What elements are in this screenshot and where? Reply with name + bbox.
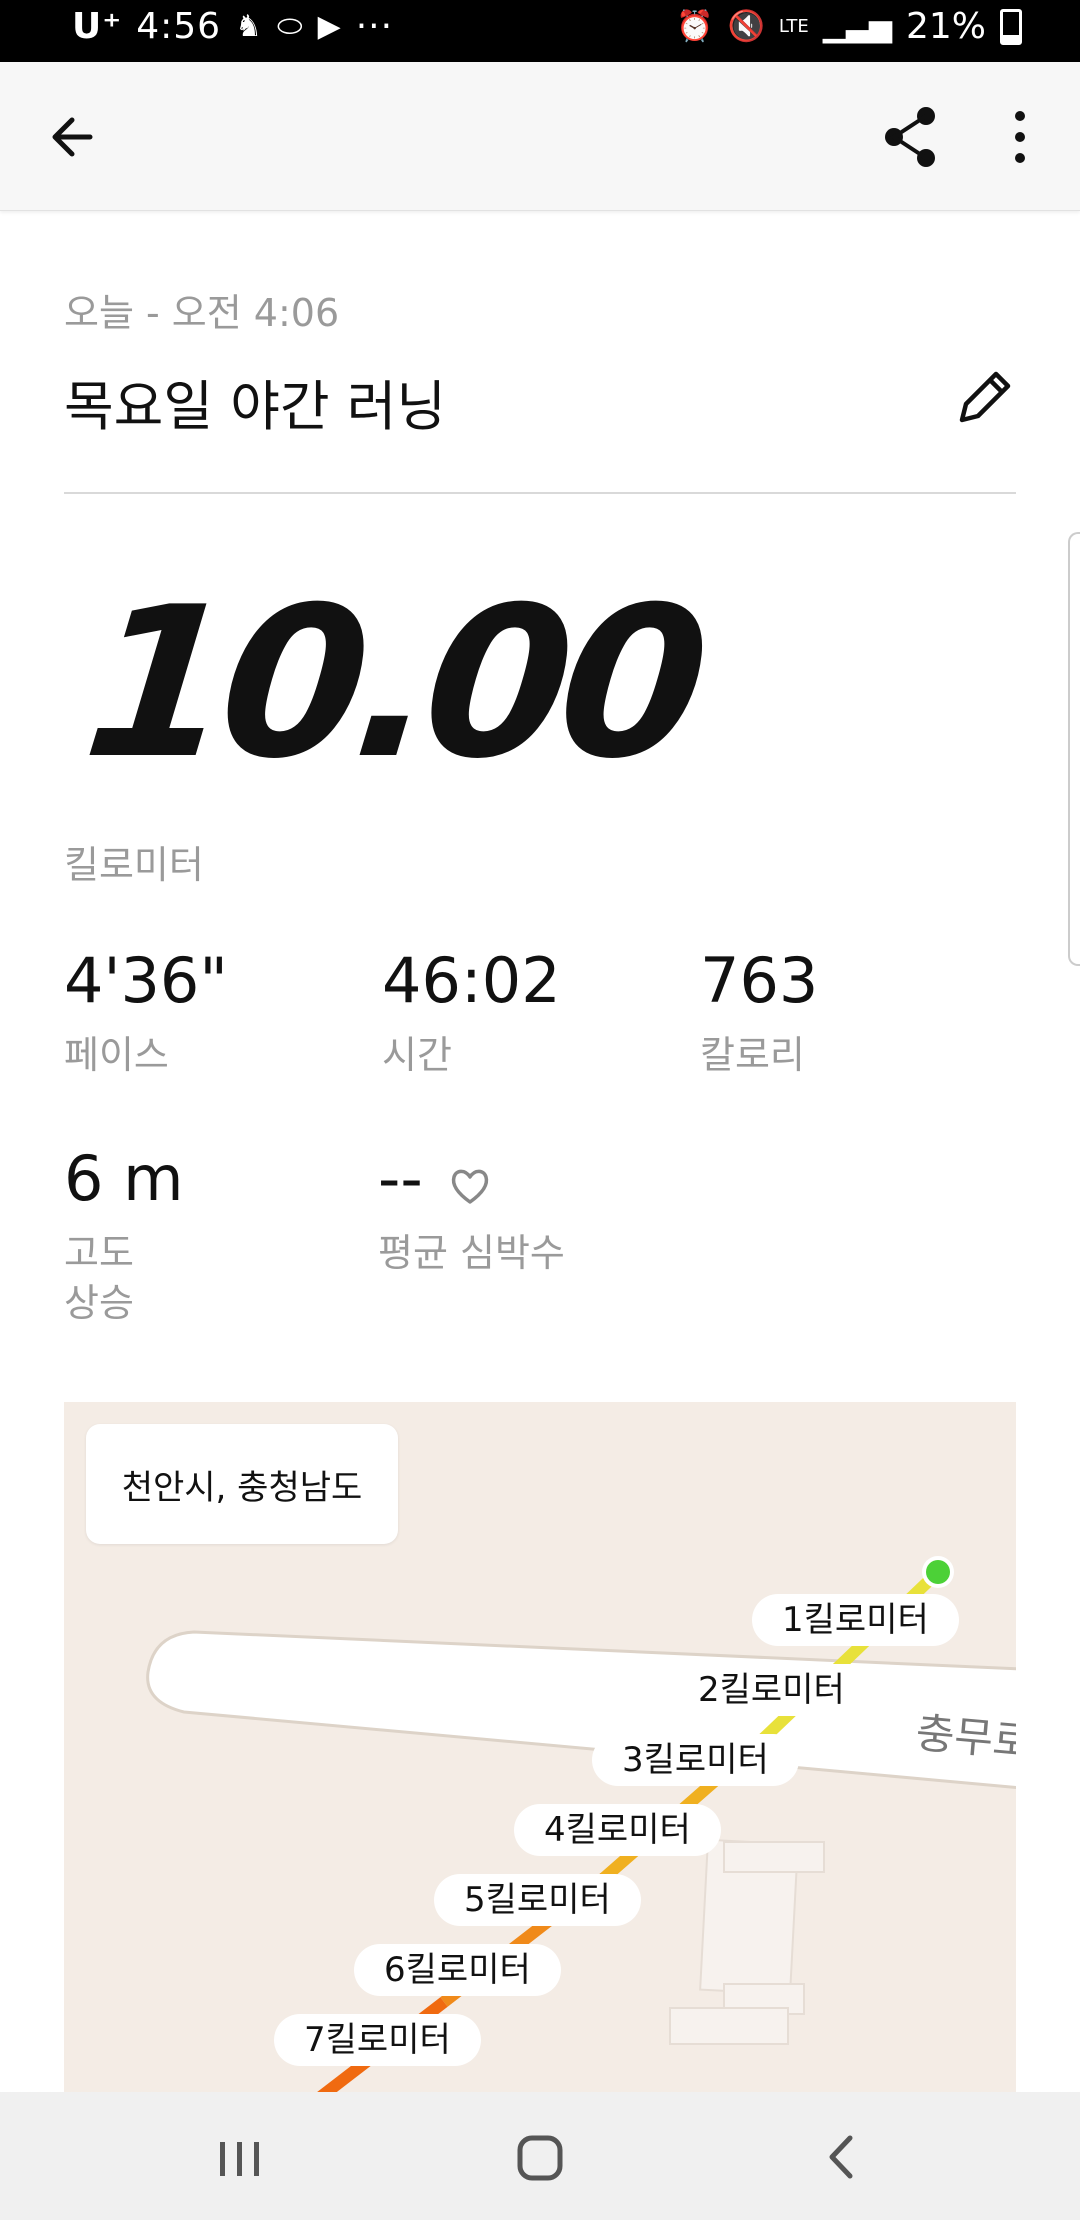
pill-icon: ⬭ — [276, 9, 304, 44]
heartrate-value: -- — [378, 1142, 423, 1215]
km-marker-3: 3킬로미터 — [592, 1734, 799, 1786]
system-back-button[interactable] — [810, 2122, 870, 2192]
location-text: 천안시, 충청남도 — [121, 1467, 363, 1508]
edit-title-button[interactable] — [950, 362, 1020, 432]
location-label: 천안시, 충청남도 — [86, 1424, 398, 1544]
time-value: 46:02 — [382, 944, 561, 1017]
km-marker-6: 6킬로미터 — [354, 1944, 561, 1996]
status-time: 4:56 — [136, 6, 222, 47]
back-button[interactable] — [40, 102, 110, 172]
time-label: 시간 — [382, 1033, 452, 1077]
signal-icon: ▁▃▅ — [822, 9, 892, 44]
elevation-label-line2: 상승 — [64, 1281, 134, 1325]
km-marker-2: 2킬로미터 — [668, 1664, 875, 1716]
battery-percent: 21% — [905, 6, 986, 47]
activity-title: 목요일 야간 러닝 — [64, 375, 447, 438]
notification-icon: ♞ — [235, 9, 263, 44]
more-vert-icon — [1015, 111, 1025, 163]
pace-label: 페이스 — [64, 1033, 169, 1077]
recents-button[interactable] — [210, 2122, 270, 2192]
recents-icon — [220, 2142, 259, 2176]
distance-unit: 킬로미터 — [64, 843, 204, 887]
battery-icon — [1000, 8, 1022, 45]
home-icon — [517, 2135, 563, 2181]
mute-icon: 🔇 — [727, 9, 765, 44]
km-marker-5: 5킬로미터 — [434, 1874, 641, 1926]
play-icon: ▶ — [317, 9, 342, 44]
heartrate-label: 평균 심박수 — [378, 1231, 565, 1275]
status-bar: U⁺ 4:56 ♞ ⬭ ▶ ··· ⏰ 🔇 LTE ▁▃▅ 21% — [0, 0, 1080, 62]
chevron-left-icon — [829, 2135, 853, 2179]
road-name-label: 충무로 — [913, 1708, 1016, 1767]
home-button[interactable] — [500, 2122, 580, 2192]
calories-value: 763 — [700, 944, 819, 1017]
alarm-icon: ⏰ — [676, 9, 714, 44]
status-bar-left: U⁺ 4:56 ♞ ⬭ ▶ ··· — [72, 6, 393, 47]
pace-value: 4'36" — [64, 944, 228, 1017]
arrow-left-icon — [52, 117, 93, 157]
system-nav-bar — [0, 2092, 1080, 2220]
km-marker-4: 4킬로미터 — [514, 1804, 721, 1856]
network-type: LTE — [778, 15, 809, 37]
header-divider — [64, 492, 1016, 494]
share-icon — [885, 107, 935, 167]
km-marker-1: 1킬로미터 — [752, 1594, 959, 1646]
app-bar — [0, 62, 1080, 211]
calories-label: 칼로리 — [700, 1033, 805, 1077]
share-button[interactable] — [876, 102, 946, 172]
status-bar-right: ⏰ 🔇 LTE ▁▃▅ 21% — [676, 6, 1022, 47]
elevation-label-line1: 고도 — [64, 1231, 134, 1275]
edge-panel-handle[interactable] — [1068, 532, 1080, 966]
more-notifications: ··· — [355, 6, 394, 47]
more-options-button[interactable] — [990, 102, 1050, 172]
elevation-value: 6 m — [64, 1142, 184, 1215]
route-map[interactable]: 충무로 천안시, 충청남도 1킬로미터 2킬로미터 3킬로미터 4킬로미터 5킬… — [64, 1402, 1016, 2092]
heart-outline-icon — [448, 1164, 492, 1208]
distance-value: 10.00 — [75, 563, 709, 805]
km-marker-7: 7킬로미터 — [274, 2014, 481, 2066]
carrier-label: U⁺ — [72, 6, 123, 47]
pencil-icon — [959, 371, 1011, 423]
activity-date: 오늘 - 오전 4:06 — [64, 291, 340, 335]
